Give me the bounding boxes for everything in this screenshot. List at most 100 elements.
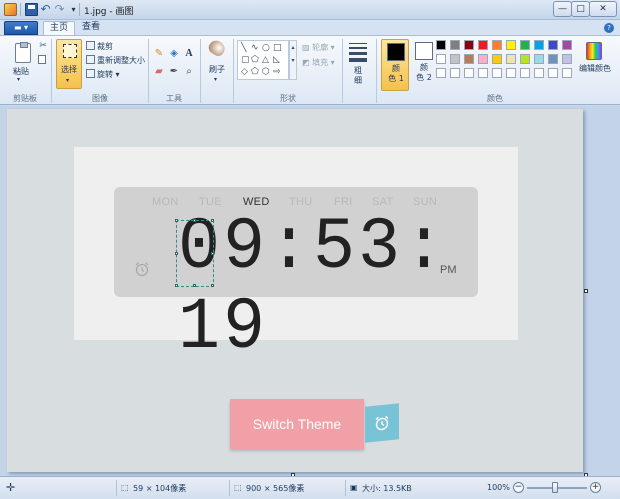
rotate-button[interactable]: 旋转 ▾ — [86, 69, 120, 80]
rainbow-icon — [586, 42, 602, 60]
palette-swatch[interactable] — [478, 68, 488, 78]
group-label-colors: 颜色 — [487, 94, 503, 103]
maximize-button[interactable]: □ — [571, 1, 590, 17]
paste-button[interactable]: 粘贴 ▾ — [4, 38, 38, 90]
palette-swatch[interactable] — [534, 40, 544, 50]
copy-icon[interactable] — [38, 55, 46, 64]
palette-swatch[interactable] — [506, 40, 516, 50]
magnifier-icon[interactable]: ⌕ — [183, 66, 195, 78]
selection-handle[interactable] — [175, 219, 178, 222]
color2-button[interactable]: 颜 色 2 — [410, 39, 438, 91]
palette-swatch[interactable] — [450, 68, 460, 78]
redo-icon[interactable]: ↷ — [53, 3, 66, 16]
shapes-gallery[interactable]: ╲ ∿ ○ □ ▢ ⬠ △ ◺ ◇ ⬠ ⬡ ⇨ — [237, 40, 289, 80]
select-button[interactable]: 选择 ▾ — [56, 39, 82, 89]
close-button[interactable]: ✕ — [589, 1, 617, 17]
palette-swatch[interactable] — [450, 54, 460, 64]
outline-button[interactable]: ▨ 轮廓 ▾ — [302, 42, 335, 53]
status-separator — [229, 480, 230, 496]
arrow-shape-icon[interactable]: ⇨ — [273, 67, 281, 77]
tab-view[interactable]: 查看 — [80, 21, 102, 35]
selection-handle[interactable] — [211, 219, 214, 222]
paste-label: 粘贴 — [13, 67, 29, 76]
zoom-out-button[interactable]: − — [513, 482, 524, 493]
color1-button[interactable]: 颜 色 1 — [381, 39, 409, 91]
minimize-button[interactable]: — — [553, 1, 572, 17]
palette-swatch[interactable] — [478, 54, 488, 64]
triangle-shape-icon[interactable]: △ — [262, 55, 269, 65]
text-icon[interactable]: A — [183, 48, 195, 60]
polygon-shape-icon[interactable]: ⬠ — [251, 55, 259, 65]
palette-swatch[interactable] — [520, 54, 530, 64]
pentagon-shape-icon[interactable]: ⬠ — [251, 67, 259, 77]
palette-swatch[interactable] — [548, 40, 558, 50]
rect-shape-icon[interactable]: □ — [273, 43, 282, 53]
undo-icon[interactable]: ↶ — [39, 3, 52, 16]
palette-swatch[interactable] — [464, 54, 474, 64]
palette-swatch[interactable] — [478, 40, 488, 50]
rounded-rect-shape-icon[interactable]: ▢ — [241, 55, 250, 65]
palette-swatch[interactable] — [506, 68, 516, 78]
curve-shape-icon[interactable]: ∿ — [251, 43, 259, 53]
save-icon[interactable] — [25, 3, 38, 16]
brush-button[interactable] — [205, 37, 229, 61]
resize-button[interactable]: 重新调整大小 — [86, 55, 145, 66]
fill-button[interactable]: ◩ 填充 ▾ — [302, 57, 335, 68]
selection-handle[interactable] — [193, 284, 196, 287]
oval-shape-icon[interactable]: ○ — [262, 43, 270, 53]
eraser-icon[interactable]: ▰ — [153, 66, 165, 78]
edit-colors-button[interactable]: 编辑颜色 — [577, 39, 613, 91]
outline-icon: ▨ — [302, 43, 313, 52]
canvas-resize-handle-right[interactable] — [584, 289, 588, 293]
image-canvas[interactable]: MON TUE WED THU FRI SAT SUN 09:53: 19 PM — [7, 109, 583, 472]
selection-handle[interactable] — [175, 284, 178, 287]
palette-swatch[interactable] — [548, 54, 558, 64]
shapes-scroll[interactable]: ▴ ▾ — [289, 40, 297, 80]
crop-button[interactable]: 裁剪 — [86, 41, 113, 52]
selection-handle[interactable] — [193, 219, 196, 222]
image-size-icon: ⬚ — [234, 483, 242, 492]
palette-swatch[interactable] — [520, 68, 530, 78]
help-icon[interactable]: ? — [604, 23, 614, 33]
size-button[interactable]: 粗 细 — [346, 40, 370, 90]
selection-handle[interactable] — [211, 252, 214, 255]
palette-swatch[interactable] — [520, 40, 530, 50]
scissors-icon[interactable]: ✂ — [38, 41, 48, 51]
fill-bucket-icon[interactable]: ◈ — [168, 48, 180, 60]
palette-swatch[interactable] — [492, 68, 502, 78]
hexagon-shape-icon[interactable]: ⬡ — [262, 67, 270, 77]
tab-home[interactable]: 主页 — [43, 21, 75, 35]
color2-swatch — [415, 42, 433, 60]
palette-swatch[interactable] — [562, 54, 572, 64]
palette-swatch[interactable] — [562, 68, 572, 78]
color-picker-icon[interactable]: ✒ — [168, 66, 180, 78]
palette-swatch[interactable] — [436, 68, 446, 78]
diamond-shape-icon[interactable]: ◇ — [241, 67, 248, 77]
palette-swatch[interactable] — [436, 54, 446, 64]
selection-handle[interactable] — [211, 284, 214, 287]
palette-swatch[interactable] — [450, 40, 460, 50]
palette-swatch[interactable] — [464, 68, 474, 78]
zoom-in-button[interactable]: + — [590, 482, 601, 493]
palette-swatch[interactable] — [506, 54, 516, 64]
palette-swatch[interactable] — [436, 40, 446, 50]
group-label-shapes: 形状 — [280, 94, 296, 103]
size-label: 粗 细 — [354, 66, 362, 85]
right-triangle-shape-icon[interactable]: ◺ — [273, 55, 280, 65]
palette-swatch[interactable] — [534, 68, 544, 78]
select-label: 选择 — [61, 65, 77, 74]
palette-swatch[interactable] — [492, 54, 502, 64]
pencil-icon[interactable]: ✎ — [153, 48, 165, 60]
palette-swatch[interactable] — [534, 54, 544, 64]
paint-app-icon[interactable] — [4, 3, 17, 16]
app-menu-button[interactable]: ▬ ▾ — [4, 21, 38, 35]
zoom-slider-thumb[interactable] — [552, 482, 558, 493]
selection-handle[interactable] — [175, 252, 178, 255]
alarm-tab — [365, 403, 399, 443]
palette-swatch[interactable] — [562, 40, 572, 50]
palette-swatch[interactable] — [464, 40, 474, 50]
palette-swatch[interactable] — [492, 40, 502, 50]
line-shape-icon[interactable]: ╲ — [241, 43, 246, 53]
selection-rectangle[interactable] — [175, 219, 214, 287]
palette-swatch[interactable] — [548, 68, 558, 78]
